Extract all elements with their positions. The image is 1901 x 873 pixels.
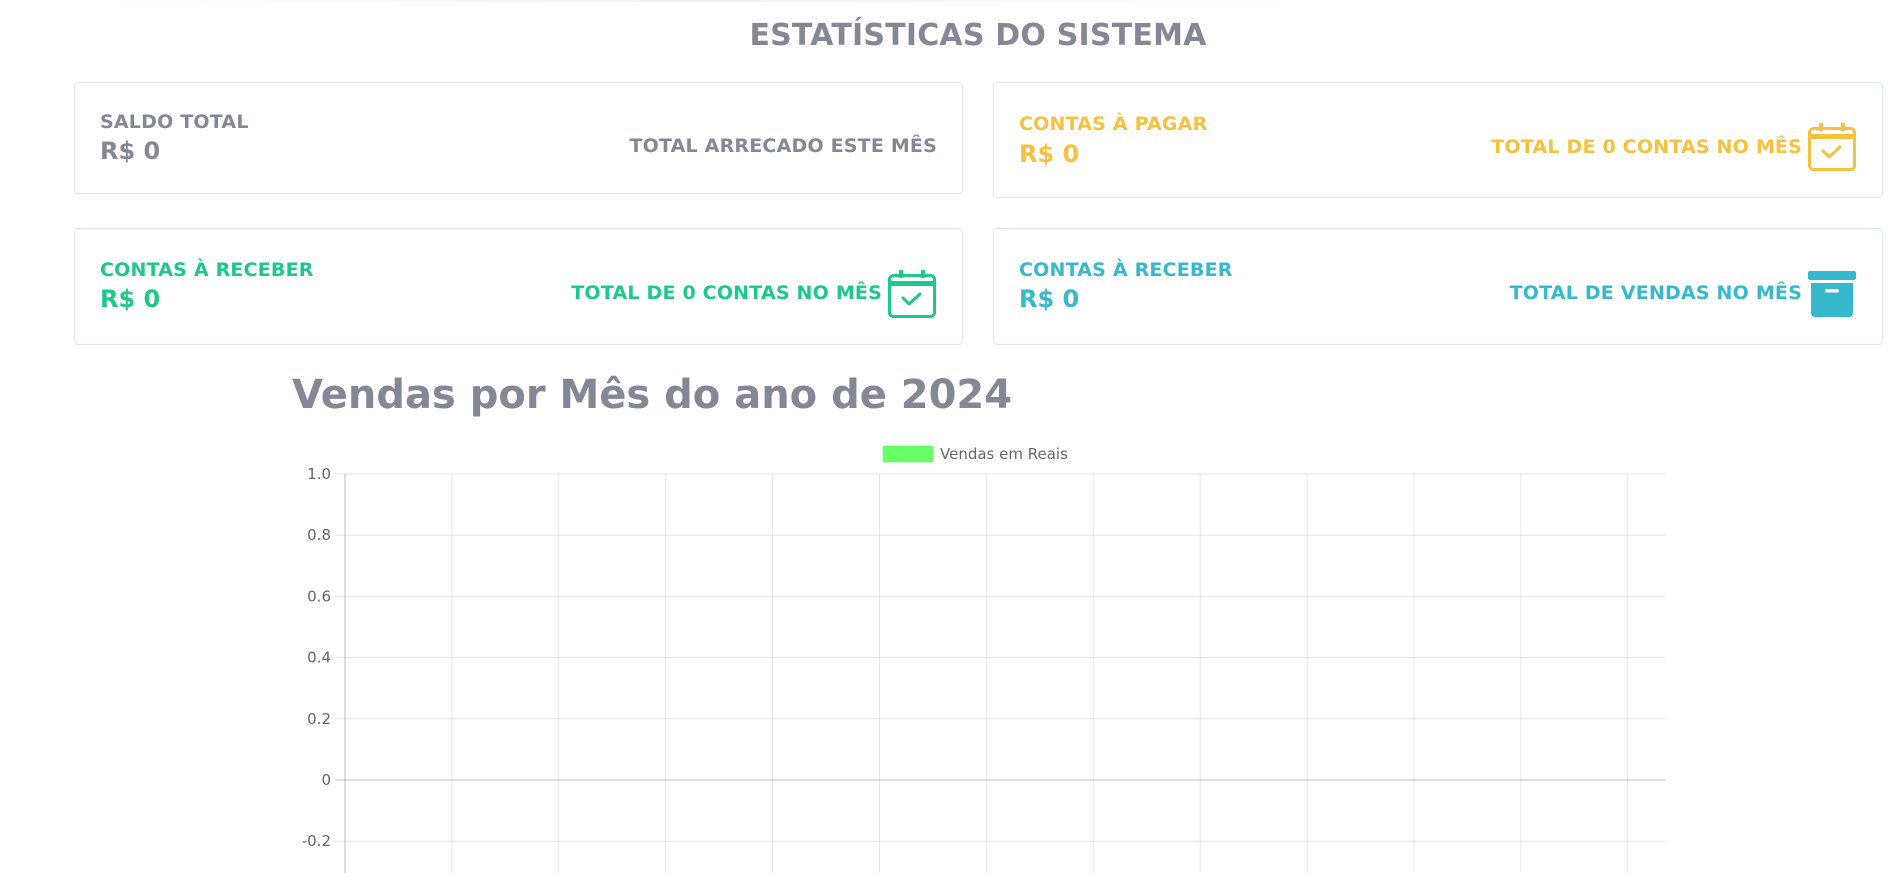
- legend-label: Vendas em Reais: [940, 445, 1068, 463]
- chart-title: Vendas por Mês do ano de 2024: [292, 372, 1013, 418]
- y-tick-label: 0: [321, 771, 331, 789]
- calendar-check-icon: [1808, 123, 1856, 171]
- vendas-label: CONTAS À RECEBER: [1019, 259, 1233, 281]
- legend-swatch: [882, 445, 934, 463]
- y-tick-label: 1.0: [307, 465, 331, 483]
- vendas-card: CONTAS À RECEBER R$ 0 TOTAL DE VENDAS NO…: [993, 228, 1883, 345]
- page-heading: ESTATÍSTICAS DO SISTEMA: [749, 18, 1207, 53]
- contas-pagar-note: TOTAL DE 0 CONTAS NO MÊS: [1491, 136, 1802, 158]
- contas-pagar-label: CONTAS À PAGAR: [1019, 113, 1208, 135]
- saldo-total-card: SALDO TOTAL R$ 0 TOTAL ARRECADO ESTE MÊS: [74, 82, 963, 194]
- archive-box-icon: [1808, 271, 1856, 317]
- saldo-total-note: TOTAL ARRECADO ESTE MÊS: [629, 135, 937, 157]
- saldo-total-label: SALDO TOTAL: [100, 111, 249, 133]
- contas-receber-card: CONTAS À RECEBER R$ 0 TOTAL DE 0 CONTAS …: [74, 228, 963, 345]
- dashboard-page: ESTATÍSTICAS DO SISTEMA SALDO TOTAL R$ 0…: [0, 0, 1901, 873]
- contas-pagar-value: R$ 0: [1019, 140, 1080, 168]
- y-tick-label: -0.2: [302, 832, 331, 850]
- y-tick-label: 0.6: [307, 587, 331, 605]
- sales-bar-chart: Vendas em Reais 1.0 0.8 0.6 0.4 0.2 0 -0.2: [302, 445, 1665, 873]
- y-tick-label: 0.2: [307, 710, 331, 728]
- contas-receber-value: R$ 0: [100, 285, 161, 313]
- contas-pagar-card: CONTAS À PAGAR R$ 0 TOTAL DE 0 CONTAS NO…: [993, 82, 1883, 198]
- y-tick-label: 0.8: [307, 526, 331, 544]
- y-tick-label: 0.4: [307, 649, 331, 667]
- vendas-value: R$ 0: [1019, 285, 1080, 313]
- vendas-note: TOTAL DE VENDAS NO MÊS: [1509, 282, 1802, 304]
- calendar-check-icon: [888, 270, 936, 318]
- contas-receber-note: TOTAL DE 0 CONTAS NO MÊS: [571, 282, 882, 304]
- top-divider: [100, 0, 1300, 2]
- saldo-total-value: R$ 0: [100, 137, 161, 165]
- contas-receber-label: CONTAS À RECEBER: [100, 259, 314, 281]
